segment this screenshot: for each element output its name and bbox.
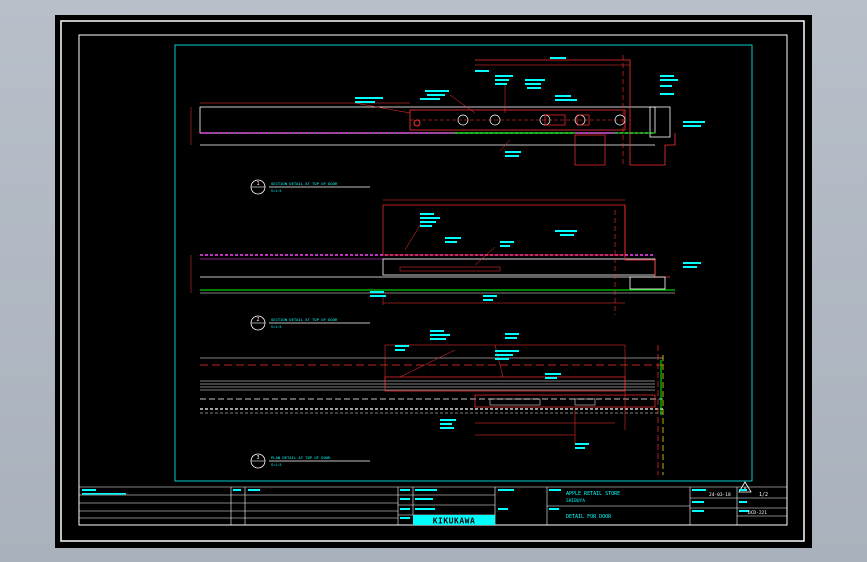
company-logo: KIKUKAWA	[433, 517, 476, 526]
detail-title-3: 3 PLAN DETAIL AT TOP OF DOOR S=1:5	[250, 453, 370, 469]
detail-title-2: 2 SECTION DETAIL AT TOP OF DOOR S=1:5	[250, 315, 370, 331]
detail-number-2: 2	[256, 317, 259, 323]
detail-2-drawing	[190, 199, 701, 315]
detail-title-text-3: PLAN DETAIL AT TOP OF DOOR	[271, 455, 331, 460]
drawing-number: DCD-221	[748, 510, 767, 516]
drawing-title: DETAIL FOR DOOR	[566, 514, 612, 520]
detail-number-3: 3	[256, 455, 259, 461]
title-block-small-text	[82, 489, 749, 519]
detail-3-drawing	[200, 330, 664, 475]
detail-number-1: 1	[256, 181, 259, 187]
project-sub: SHIBUYA	[566, 498, 585, 504]
sheet-number: 1/2	[759, 492, 768, 498]
detail-scale-3: S=1:5	[271, 463, 282, 467]
detail-scale-1: S=1:5	[271, 189, 282, 193]
sheet-inner-border	[78, 34, 788, 526]
detail-scale-2: S=1:5	[271, 325, 282, 329]
detail-title-text-1: SECTION DETAIL AT TOP OF DOOR	[271, 181, 338, 186]
cad-viewport[interactable]: 1 SECTION DETAIL AT TOP OF DOOR S=1:5 2 …	[55, 15, 812, 548]
revision-marker: A	[738, 481, 752, 493]
viewport-frame	[174, 44, 753, 482]
detail-1-drawing	[190, 55, 705, 166]
project-name: APPLE RETAIL STORE	[566, 491, 620, 497]
cad-drawing-canvas: 1 SECTION DETAIL AT TOP OF DOOR S=1:5 2 …	[60, 20, 805, 542]
drawing-date: 24-03-18	[709, 492, 731, 498]
detail-title-1: 1 SECTION DETAIL AT TOP OF DOOR S=1:5	[250, 179, 370, 195]
detail-title-text-2: SECTION DETAIL AT TOP OF DOOR	[271, 317, 338, 322]
